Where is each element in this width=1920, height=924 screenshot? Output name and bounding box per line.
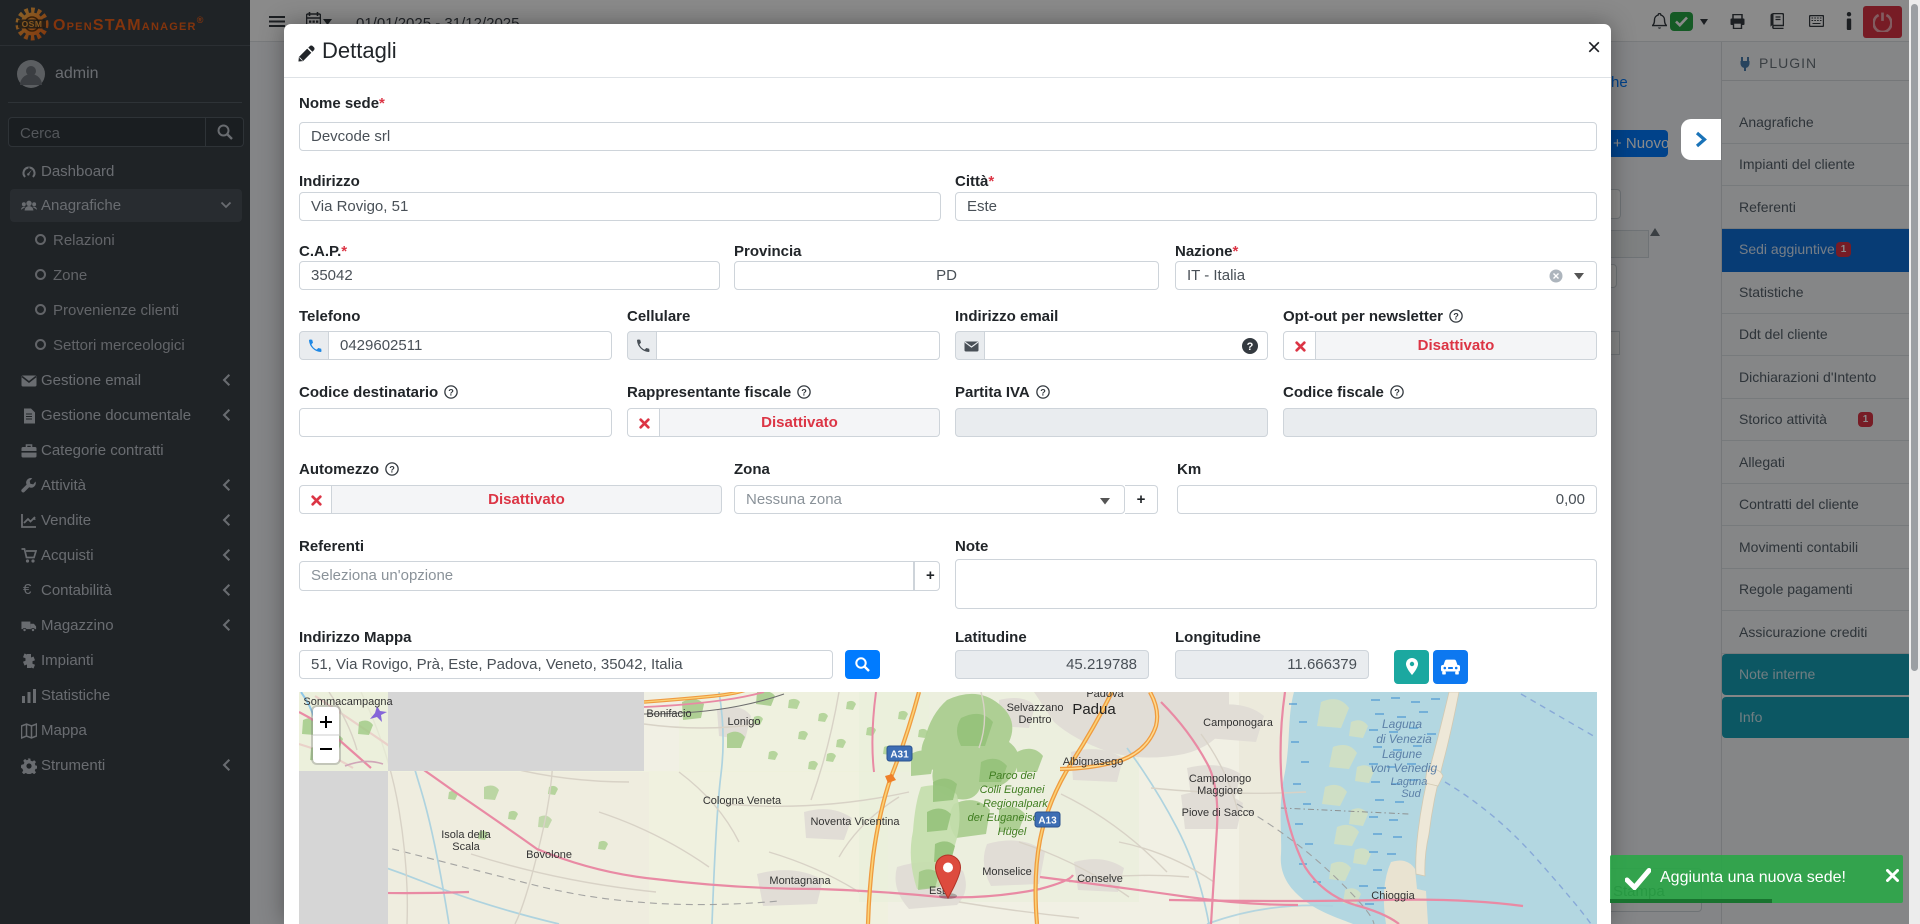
svg-text:Padova: Padova: [1086, 692, 1124, 700]
svg-text:Padua: Padua: [1072, 701, 1116, 718]
svg-text:Lagune: Lagune: [1382, 747, 1422, 761]
svg-text:?: ?: [1247, 341, 1254, 353]
svg-text:Noventa Vicentina: Noventa Vicentina: [810, 816, 900, 828]
svg-text:Montagnana: Montagnana: [769, 875, 831, 887]
svg-text:Campolongo: Campolongo: [1189, 773, 1251, 785]
svg-text:Conselve: Conselve: [1077, 873, 1123, 885]
svg-text:Dentro: Dentro: [1018, 714, 1051, 726]
svg-text:Camponogara: Camponogara: [1203, 717, 1274, 729]
svg-text:Scala: Scala: [452, 841, 480, 853]
svg-text:Monselice: Monselice: [982, 866, 1032, 878]
svg-text:Sud: Sud: [1401, 788, 1421, 800]
svg-text:?: ?: [1040, 388, 1046, 398]
svg-text:Colli Euganei: Colli Euganei: [980, 784, 1045, 796]
svg-text:?: ?: [448, 388, 454, 398]
svg-text:Cologna Veneta: Cologna Veneta: [703, 795, 782, 807]
svg-text:di Venezia: di Venezia: [1376, 732, 1432, 746]
svg-text:Bovolone: Bovolone: [526, 849, 572, 861]
svg-text:A31: A31: [890, 750, 909, 761]
svg-text:Piove di Sacco: Piove di Sacco: [1182, 807, 1255, 819]
svg-text:Laguna: Laguna: [1391, 776, 1428, 788]
svg-text:Chioggia: Chioggia: [1371, 890, 1415, 902]
svg-text:?: ?: [1453, 312, 1459, 322]
svg-text:Selvazzano: Selvazzano: [1007, 702, 1064, 714]
svg-text:- Regionalpark: - Regionalpark: [976, 798, 1048, 810]
svg-text:Hügel: Hügel: [998, 826, 1027, 838]
svg-text:Lonigo: Lonigo: [727, 716, 760, 728]
svg-text:Parco dei: Parco dei: [989, 770, 1036, 782]
svg-text:?: ?: [801, 388, 807, 398]
svg-text:Isola della: Isola della: [441, 829, 491, 841]
svg-text:?: ?: [389, 465, 395, 475]
svg-text:von Venedig: von Venedig: [1371, 761, 1438, 775]
svg-text:Albignasego: Albignasego: [1063, 756, 1124, 768]
svg-text:Maggiore: Maggiore: [1197, 785, 1243, 797]
svg-text:Bonifacio: Bonifacio: [646, 708, 691, 720]
svg-text:A13: A13: [1038, 816, 1057, 827]
svg-text:?: ?: [1394, 388, 1400, 398]
svg-text:Laguna: Laguna: [1382, 717, 1422, 731]
